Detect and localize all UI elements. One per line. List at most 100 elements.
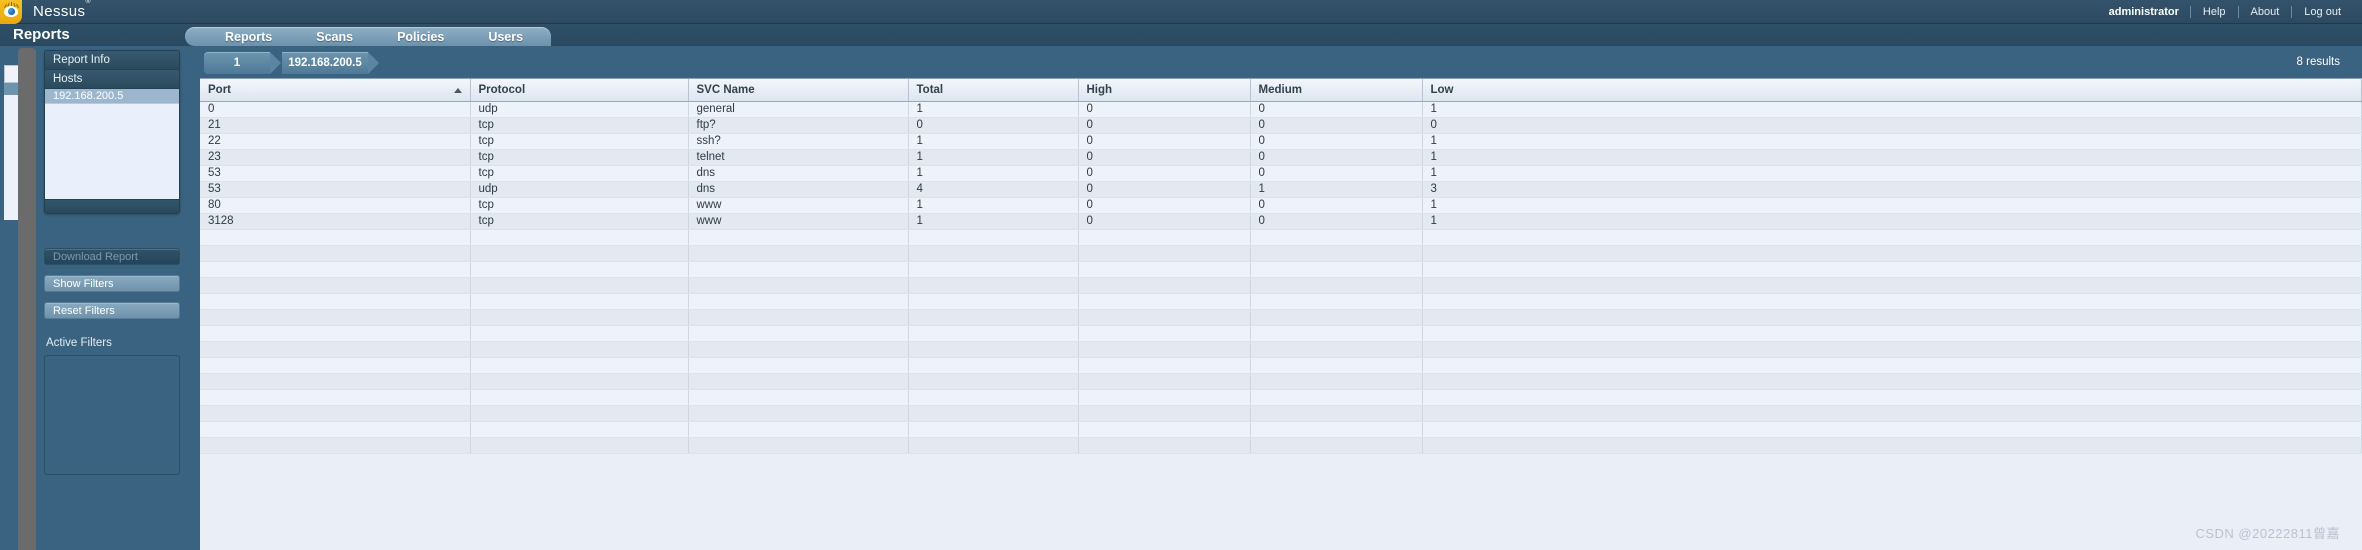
- breadcrumb-item-report[interactable]: 1: [204, 52, 281, 74]
- cell-empty: [1250, 293, 1423, 310]
- cell-high: 0: [1078, 197, 1251, 214]
- cell-empty: [1078, 245, 1251, 262]
- tab-reports[interactable]: Reports: [203, 30, 294, 44]
- cell-empty: [908, 357, 1079, 374]
- cell-high: 0: [1078, 213, 1251, 230]
- cell-empty: [470, 357, 689, 374]
- table-row[interactable]: 53 tcp dns 1 0 0 1: [200, 165, 2362, 182]
- cell-empty: [688, 357, 909, 374]
- cell-port: 22: [200, 133, 471, 150]
- cell-empty: [688, 421, 909, 438]
- cell-empty: [1078, 389, 1251, 406]
- cell-empty: [1250, 405, 1423, 422]
- cell-svc-name: ssh?: [688, 133, 909, 150]
- cell-empty: [908, 277, 1079, 294]
- cell-medium: 0: [1250, 117, 1423, 134]
- cell-empty: [1422, 309, 2362, 326]
- table-row[interactable]: 21 tcp ftp? 0 0 0 0: [200, 117, 2362, 134]
- cell-port: 53: [200, 165, 471, 182]
- table-row[interactable]: 53 udp dns 4 0 1 3: [200, 181, 2362, 198]
- cell-high: 0: [1078, 117, 1251, 134]
- cell-empty: [200, 229, 471, 246]
- table-empty-row: [200, 357, 2362, 374]
- cell-svc-name: ftp?: [688, 117, 909, 134]
- cell-empty: [200, 373, 471, 390]
- cell-empty: [1078, 229, 1251, 246]
- cell-empty: [908, 405, 1079, 422]
- tab-policies[interactable]: Policies: [375, 30, 466, 44]
- cell-svc-name: dns: [688, 165, 909, 182]
- reset-filters-button[interactable]: Reset Filters: [44, 302, 180, 319]
- cell-protocol: tcp: [470, 165, 689, 182]
- table-row[interactable]: 22 tcp ssh? 1 0 0 1: [200, 133, 2362, 150]
- cell-empty: [1422, 229, 2362, 246]
- table-row[interactable]: 23 tcp telnet 1 0 0 1: [200, 149, 2362, 166]
- cell-empty: [1422, 389, 2362, 406]
- cell-svc-name: general: [688, 101, 909, 118]
- cell-empty: [1078, 325, 1251, 342]
- cell-empty: [1250, 357, 1423, 374]
- breadcrumb-item-host[interactable]: 192.168.200.5: [282, 52, 379, 74]
- table-row[interactable]: 80 tcp www 1 0 0 1: [200, 197, 2362, 214]
- column-header-port[interactable]: Port: [200, 79, 471, 102]
- cell-port: 21: [200, 117, 471, 134]
- eye-pupil-icon: [8, 8, 15, 15]
- cell-protocol: tcp: [470, 197, 689, 214]
- tab-scans[interactable]: Scans: [294, 30, 375, 44]
- sidebar-panel: Report Info Hosts 192.168.200.5: [44, 50, 180, 214]
- brand-name: Nessus®: [33, 0, 91, 20]
- cell-empty: [200, 421, 471, 438]
- table-empty-row: [200, 245, 2362, 262]
- brand: Nessus®: [0, 0, 91, 24]
- cell-medium: 0: [1250, 149, 1423, 166]
- column-header-high[interactable]: High: [1078, 79, 1251, 102]
- table-empty-row: [200, 293, 2362, 310]
- column-header-low[interactable]: Low: [1422, 79, 2362, 102]
- column-header-port-label: Port: [208, 83, 231, 96]
- nav-tabs: Reports Scans Policies Users: [185, 27, 552, 46]
- table-empty-row: [200, 373, 2362, 390]
- cell-medium: 0: [1250, 213, 1423, 230]
- help-link[interactable]: Help: [2191, 6, 2238, 18]
- column-header-medium[interactable]: Medium: [1250, 79, 1423, 102]
- list-item[interactable]: 192.168.200.5: [45, 89, 179, 104]
- show-filters-button[interactable]: Show Filters: [44, 275, 180, 292]
- tab-users[interactable]: Users: [466, 30, 545, 44]
- table-row[interactable]: 0 udp general 1 0 0 1: [200, 101, 2362, 118]
- cell-empty: [688, 325, 909, 342]
- cell-empty: [1250, 325, 1423, 342]
- about-link[interactable]: About: [2239, 6, 2292, 18]
- download-report-button[interactable]: Download Report: [44, 248, 180, 265]
- cell-low: 3: [1422, 181, 2362, 198]
- table-empty-row: [200, 229, 2362, 246]
- cell-empty: [1078, 405, 1251, 422]
- cell-empty: [1078, 293, 1251, 310]
- cell-total: 1: [908, 101, 1079, 118]
- breadcrumb: 1 192.168.200.5: [204, 52, 379, 74]
- cell-empty: [1422, 341, 2362, 358]
- cell-empty: [908, 341, 1079, 358]
- table-row[interactable]: 3128 tcp www 1 0 0 1: [200, 213, 2362, 230]
- sidebar-item-hosts[interactable]: Hosts: [45, 70, 179, 89]
- breadcrumb-bar: 1 192.168.200.5 8 results: [200, 50, 2362, 78]
- cell-low: 1: [1422, 165, 2362, 182]
- cell-empty: [1422, 293, 2362, 310]
- table-empty-row: [200, 325, 2362, 342]
- logout-link[interactable]: Log out: [2292, 6, 2353, 18]
- cell-empty: [470, 437, 689, 454]
- table-empty-row: [200, 405, 2362, 422]
- cell-empty: [1078, 277, 1251, 294]
- column-header-svc-name[interactable]: SVC Name: [688, 79, 909, 102]
- cell-protocol: udp: [470, 181, 689, 198]
- cell-svc-name: www: [688, 213, 909, 230]
- cell-empty: [1422, 405, 2362, 422]
- column-header-total[interactable]: Total: [908, 79, 1079, 102]
- cell-total: 4: [908, 181, 1079, 198]
- sidebar-item-report-info[interactable]: Report Info: [45, 51, 179, 70]
- main-nav-bar: Reports Reports Scans Policies Users: [0, 24, 2362, 46]
- column-header-protocol[interactable]: Protocol: [470, 79, 689, 102]
- eye-icon: [4, 6, 18, 17]
- cell-empty: [200, 245, 471, 262]
- cell-empty: [470, 405, 689, 422]
- cell-port: 0: [200, 101, 471, 118]
